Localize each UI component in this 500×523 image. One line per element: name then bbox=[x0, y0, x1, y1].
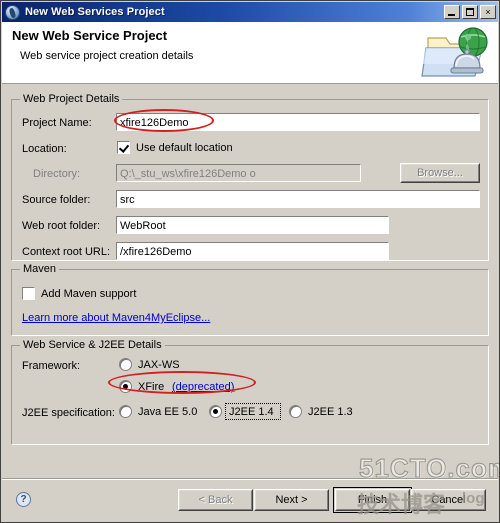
framework-radio-jaxws[interactable] bbox=[119, 358, 132, 371]
j2ee-option-j2ee14-label[interactable]: J2EE 1.4 bbox=[229, 406, 274, 418]
group-title-web-service-j2ee: Web Service & J2EE Details bbox=[20, 339, 165, 351]
framework-option-jaxws-label[interactable]: JAX-WS bbox=[138, 359, 180, 371]
location-label: Location: bbox=[22, 143, 67, 155]
back-button: < Back bbox=[178, 489, 253, 511]
source-folder-label: Source folder: bbox=[22, 194, 91, 206]
browse-button-label: Browse... bbox=[417, 166, 463, 179]
back-button-label: < Back bbox=[198, 493, 233, 506]
dialog-window: New Web Services Project × New Web Servi… bbox=[0, 0, 500, 523]
next-button[interactable]: Next > bbox=[254, 489, 329, 511]
web-service-folder-globe-icon bbox=[420, 26, 492, 81]
web-root-folder-input[interactable]: WebRoot bbox=[116, 216, 389, 234]
page-title: New Web Service Project bbox=[12, 28, 168, 43]
j2ee-radio-j2ee14[interactable] bbox=[209, 405, 222, 418]
close-button[interactable]: × bbox=[480, 5, 496, 19]
project-name-label: Project Name: bbox=[22, 117, 92, 129]
group-web-service-j2ee: Web Service & J2EE Details bbox=[11, 339, 489, 445]
wizard-header: New Web Service Project Web service proj… bbox=[2, 22, 498, 84]
finish-button-label: Finish bbox=[357, 493, 388, 506]
group-maven: Maven bbox=[11, 263, 489, 336]
web-root-folder-label: Web root folder: bbox=[22, 220, 101, 232]
directory-label: Directory: bbox=[33, 168, 81, 180]
page-subtitle: Web service project creation details bbox=[20, 50, 194, 62]
minimize-button[interactable] bbox=[444, 5, 460, 19]
browse-button: Browse... bbox=[400, 163, 480, 183]
framework-option-xfire-label[interactable]: XFire bbox=[138, 381, 164, 393]
dialog-footer: ? < Back Next > Finish Cancel bbox=[2, 480, 498, 522]
close-icon: × bbox=[485, 7, 491, 17]
maximize-button[interactable] bbox=[462, 5, 478, 19]
group-title-web-project-details: Web Project Details bbox=[20, 93, 123, 105]
help-icon[interactable]: ? bbox=[16, 492, 31, 507]
j2ee-radio-j2ee13[interactable] bbox=[289, 405, 302, 418]
cancel-button-label: Cancel bbox=[431, 493, 466, 506]
framework-label: Framework: bbox=[22, 360, 81, 372]
j2ee-radio-javaee50[interactable] bbox=[119, 405, 132, 418]
j2ee-specification-label: J2EE specification: bbox=[22, 407, 115, 419]
source-folder-input[interactable]: src bbox=[116, 190, 480, 208]
dialog-body: Web Project Details Project Name: xfire1… bbox=[2, 84, 498, 478]
next-button-label: Next > bbox=[275, 493, 308, 506]
window-app-icon bbox=[5, 4, 20, 20]
directory-input: Q:\_stu_ws\xfire126Demo o bbox=[116, 164, 361, 182]
context-root-label: Context root URL: bbox=[22, 246, 111, 258]
use-default-location-checkbox[interactable] bbox=[117, 141, 130, 154]
maven-learn-more-link[interactable]: Learn more about Maven4MyEclipse... bbox=[22, 312, 210, 324]
cancel-button[interactable]: Cancel bbox=[411, 489, 486, 511]
framework-radio-xfire[interactable] bbox=[119, 380, 132, 393]
xfire-deprecated-link[interactable]: (deprecated) bbox=[172, 381, 234, 393]
add-maven-support-label[interactable]: Add Maven support bbox=[41, 288, 136, 300]
use-default-location-label[interactable]: Use default location bbox=[136, 142, 233, 154]
j2ee-option-javaee50-label[interactable]: Java EE 5.0 bbox=[138, 406, 197, 418]
group-title-maven: Maven bbox=[20, 263, 60, 275]
finish-button[interactable]: Finish bbox=[333, 487, 412, 513]
project-name-input[interactable]: xfire126Demo bbox=[116, 113, 480, 131]
j2ee-option-j2ee13-label[interactable]: J2EE 1.3 bbox=[308, 406, 353, 418]
add-maven-support-checkbox[interactable] bbox=[22, 287, 35, 300]
window-title: New Web Services Project bbox=[25, 6, 165, 18]
context-root-input[interactable]: /xfire126Demo bbox=[116, 242, 389, 260]
window-titlebar: New Web Services Project × bbox=[2, 2, 498, 22]
